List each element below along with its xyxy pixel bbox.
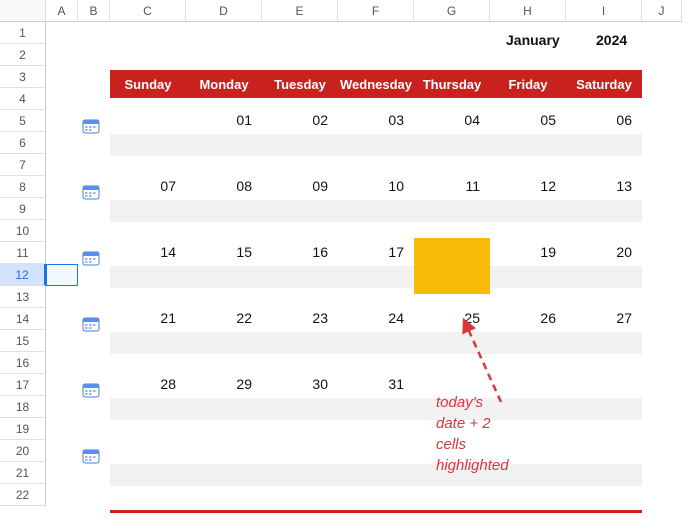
col-header-D[interactable]: D: [186, 0, 262, 22]
row-header-11[interactable]: 11: [0, 242, 46, 264]
day-03[interactable]: 03: [338, 112, 404, 128]
row-header-1[interactable]: 1: [0, 22, 46, 44]
dayheader-thursday: Thursday: [414, 70, 490, 98]
row-header-15[interactable]: 15: [0, 330, 46, 352]
row-header-12[interactable]: 12: [0, 264, 46, 286]
corner-cell[interactable]: [0, 0, 46, 22]
day-24[interactable]: 24: [338, 310, 404, 326]
calendar-shade-row: [110, 398, 642, 420]
day-01[interactable]: 01: [186, 112, 252, 128]
column-headers: ABCDEFGHIJ: [46, 0, 682, 22]
calendar-icon: [82, 316, 100, 332]
row-header-4[interactable]: 4: [0, 88, 46, 110]
day-14[interactable]: 14: [110, 244, 176, 260]
annotation-line1: today's date + 2: [436, 392, 509, 434]
col-header-F[interactable]: F: [338, 0, 414, 22]
month-label: January: [506, 32, 560, 48]
day-17[interactable]: 17: [338, 244, 404, 260]
day-13[interactable]: 13: [566, 178, 632, 194]
row-header-14[interactable]: 14: [0, 308, 46, 330]
day-12[interactable]: 12: [490, 178, 556, 194]
row-headers: 12345678910111213141516171819202122: [0, 22, 46, 506]
calendar-shade-row: [110, 464, 642, 486]
col-header-C[interactable]: C: [110, 0, 186, 22]
col-header-E[interactable]: E: [262, 0, 338, 22]
day-21[interactable]: 21: [110, 310, 176, 326]
day-22[interactable]: 22: [186, 310, 252, 326]
row-header-6[interactable]: 6: [0, 132, 46, 154]
day-16[interactable]: 16: [262, 244, 328, 260]
dayheader-wednesday: Wednesday: [338, 70, 414, 98]
calendar-icon: [82, 118, 100, 134]
row-header-10[interactable]: 10: [0, 220, 46, 242]
annotation-text: today's date + 2 cells highlighted: [436, 392, 509, 476]
calendar-shade-row: [110, 266, 642, 288]
row-header-13[interactable]: 13: [0, 286, 46, 308]
day-11[interactable]: 11: [414, 178, 480, 194]
day-09[interactable]: 09: [262, 178, 328, 194]
row-header-19[interactable]: 19: [0, 418, 46, 440]
day-10[interactable]: 10: [338, 178, 404, 194]
row-header-8[interactable]: 8: [0, 176, 46, 198]
day-02[interactable]: 02: [262, 112, 328, 128]
col-header-H[interactable]: H: [490, 0, 566, 22]
day-15[interactable]: 15: [186, 244, 252, 260]
dayheader-saturday: Saturday: [566, 70, 642, 98]
day-08[interactable]: 08: [186, 178, 252, 194]
day-29[interactable]: 29: [186, 376, 252, 392]
selected-cell[interactable]: [46, 264, 78, 286]
calendar-dayheader-row: SundayMondayTuesdayWednesdayThursdayFrid…: [110, 70, 642, 98]
day-06[interactable]: 06: [566, 112, 632, 128]
row-header-9[interactable]: 9: [0, 198, 46, 220]
calendar-shade-row: [110, 134, 642, 156]
col-header-J[interactable]: J: [642, 0, 682, 22]
day-26[interactable]: 26: [490, 310, 556, 326]
annotation-line2: cells highlighted: [436, 434, 509, 476]
calendar-icon: [82, 382, 100, 398]
calendar-bottom-border: [110, 510, 642, 513]
row-header-3[interactable]: 3: [0, 66, 46, 88]
day-23[interactable]: 23: [262, 310, 328, 326]
col-header-I[interactable]: I: [566, 0, 642, 22]
calendar-icon: [82, 250, 100, 266]
day-30[interactable]: 30: [262, 376, 328, 392]
day-25[interactable]: 25: [414, 310, 480, 326]
calendar-icon: [82, 184, 100, 200]
day-04[interactable]: 04: [414, 112, 480, 128]
day-07[interactable]: 07: [110, 178, 176, 194]
day-05[interactable]: 05: [490, 112, 556, 128]
day-31[interactable]: 31: [338, 376, 404, 392]
dayheader-sunday: Sunday: [110, 70, 186, 98]
col-header-B[interactable]: B: [78, 0, 110, 22]
row-header-16[interactable]: 16: [0, 352, 46, 374]
dayheader-monday: Monday: [186, 70, 262, 98]
row-header-18[interactable]: 18: [0, 396, 46, 418]
col-header-G[interactable]: G: [414, 0, 490, 22]
day-19[interactable]: 19: [490, 244, 556, 260]
day-27[interactable]: 27: [566, 310, 632, 326]
day-28[interactable]: 28: [110, 376, 176, 392]
row-header-21[interactable]: 21: [0, 462, 46, 484]
calendar-shade-row: [110, 200, 642, 222]
row-header-17[interactable]: 17: [0, 374, 46, 396]
calendar-shade-row: [110, 332, 642, 354]
col-header-A[interactable]: A: [46, 0, 78, 22]
row-header-7[interactable]: 7: [0, 154, 46, 176]
row-header-22[interactable]: 22: [0, 484, 46, 506]
dayheader-tuesday: Tuesday: [262, 70, 338, 98]
row-header-2[interactable]: 2: [0, 44, 46, 66]
today-highlight: [414, 238, 490, 294]
calendar-icon: [82, 448, 100, 464]
row-header-20[interactable]: 20: [0, 440, 46, 462]
row-header-5[interactable]: 5: [0, 110, 46, 132]
day-20[interactable]: 20: [566, 244, 632, 260]
year-label: 2024: [596, 32, 627, 48]
dayheader-friday: Friday: [490, 70, 566, 98]
